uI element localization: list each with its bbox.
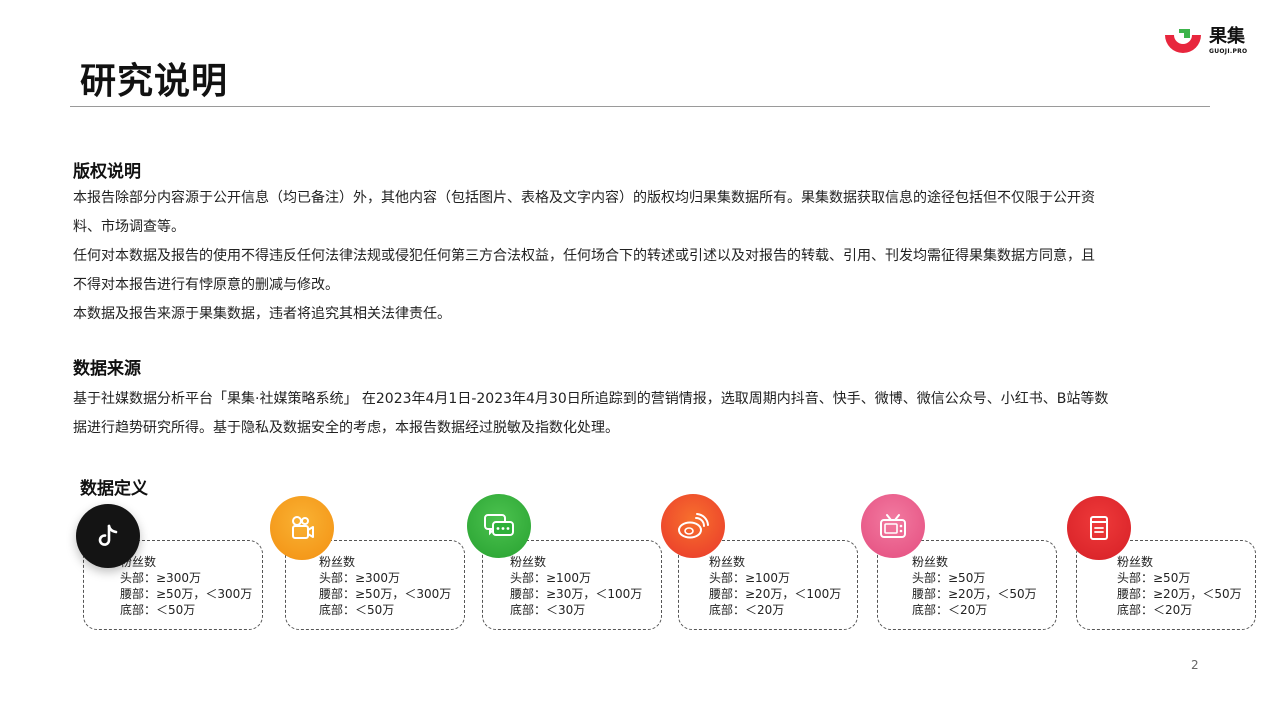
copyright-heading: 版权说明 [73,162,141,182]
definition-card-text: 粉丝数 头部：≥100万 腰部：≥30万，＜100万 底部：＜30万 [510,554,642,618]
source-line: 据进行趋势研究所得。基于隐私及数据安全的考虑，本报告数据经过脱敏及指数化处理。 [73,420,619,436]
card-line: 底部：＜20万 [1117,603,1193,617]
card-line: 底部：＜20万 [912,603,988,617]
card-line: 底部：＜20万 [709,603,785,617]
xiaohongshu-icon [1067,496,1131,560]
page-title: 研究说明 [80,61,229,102]
card-line: 腰部：≥20万，＜50万 [1117,587,1242,601]
card-line: 腰部：≥50万，＜300万 [319,587,452,601]
definition-card-text: 粉丝数 头部：≥50万 腰部：≥20万，＜50万 底部：＜20万 [1117,554,1242,618]
copyright-line: 本数据及报告来源于果集数据，违者将追究其相关法律责任。 [73,306,451,322]
logo-subtext: GUOJI.PRO [1209,48,1248,55]
card-line: 底部：＜50万 [319,603,395,617]
card-line: 粉丝数 [1117,555,1154,569]
bilibili-icon [861,494,925,558]
source-line: 基于社媒数据分析平台「果集·社媒策略系统」 在2023年4月1日-2023年4月… [73,391,1109,407]
card-line: 粉丝数 [709,555,746,569]
card-line: 头部：≥300万 [120,571,201,585]
card-line: 头部：≥100万 [510,571,591,585]
card-line: 头部：≥50万 [912,571,986,585]
card-line: 头部：≥100万 [709,571,790,585]
copyright-line: 本报告除部分内容源于公开信息（均已备注）外，其他内容（包括图片、表格及文字内容）… [73,190,1095,206]
page-number: 2 [1191,658,1199,672]
kuaishou-icon [270,496,334,560]
definition-card-text: 粉丝数 头部：≥100万 腰部：≥20万，＜100万 底部：＜20万 [709,554,841,618]
card-line: 粉丝数 [912,555,949,569]
card-line: 底部：＜30万 [510,603,586,617]
card-line: 腰部：≥30万，＜100万 [510,587,643,601]
card-line: 头部：≥300万 [319,571,400,585]
guoji-logo-icon [1165,29,1201,53]
card-line: 腰部：≥50万，＜300万 [120,587,253,601]
weibo-icon [661,494,725,558]
card-line: 头部：≥50万 [1117,571,1191,585]
title-divider [70,106,1210,107]
card-line: 底部：＜50万 [120,603,196,617]
definition-card-text: 粉丝数 头部：≥300万 腰部：≥50万，＜300万 底部：＜50万 [120,554,252,618]
card-line: 腰部：≥20万，＜50万 [912,587,1037,601]
card-line: 粉丝数 [319,555,356,569]
logo-text: 果集 [1209,26,1245,47]
card-line: 粉丝数 [120,555,157,569]
definition-card-text: 粉丝数 头部：≥300万 腰部：≥50万，＜300万 底部：＜50万 [319,554,451,618]
source-heading: 数据来源 [73,359,141,379]
definition-heading: 数据定义 [80,479,148,499]
copyright-line: 任何对本数据及报告的使用不得违反任何法律法规或侵犯任何第三方合法权益，任何场合下… [73,248,1095,264]
copyright-text: 本报告除部分内容源于公开信息（均已备注）外，其他内容（包括图片、表格及文字内容）… [73,184,1253,329]
card-line: 腰部：≥20万，＜100万 [709,587,842,601]
card-line: 粉丝数 [510,555,547,569]
source-text: 基于社媒数据分析平台「果集·社媒策略系统」 在2023年4月1日-2023年4月… [73,385,1253,443]
definition-card-text: 粉丝数 头部：≥50万 腰部：≥20万，＜50万 底部：＜20万 [912,554,1037,618]
brand-logo: 果集 GUOJI.PRO [1163,27,1253,59]
wechat-icon [467,494,531,558]
copyright-line: 料、市场调查等。 [73,219,185,235]
copyright-line: 不得对本报告进行有悖原意的删减与修改。 [73,277,339,293]
douyin-icon [76,504,140,568]
